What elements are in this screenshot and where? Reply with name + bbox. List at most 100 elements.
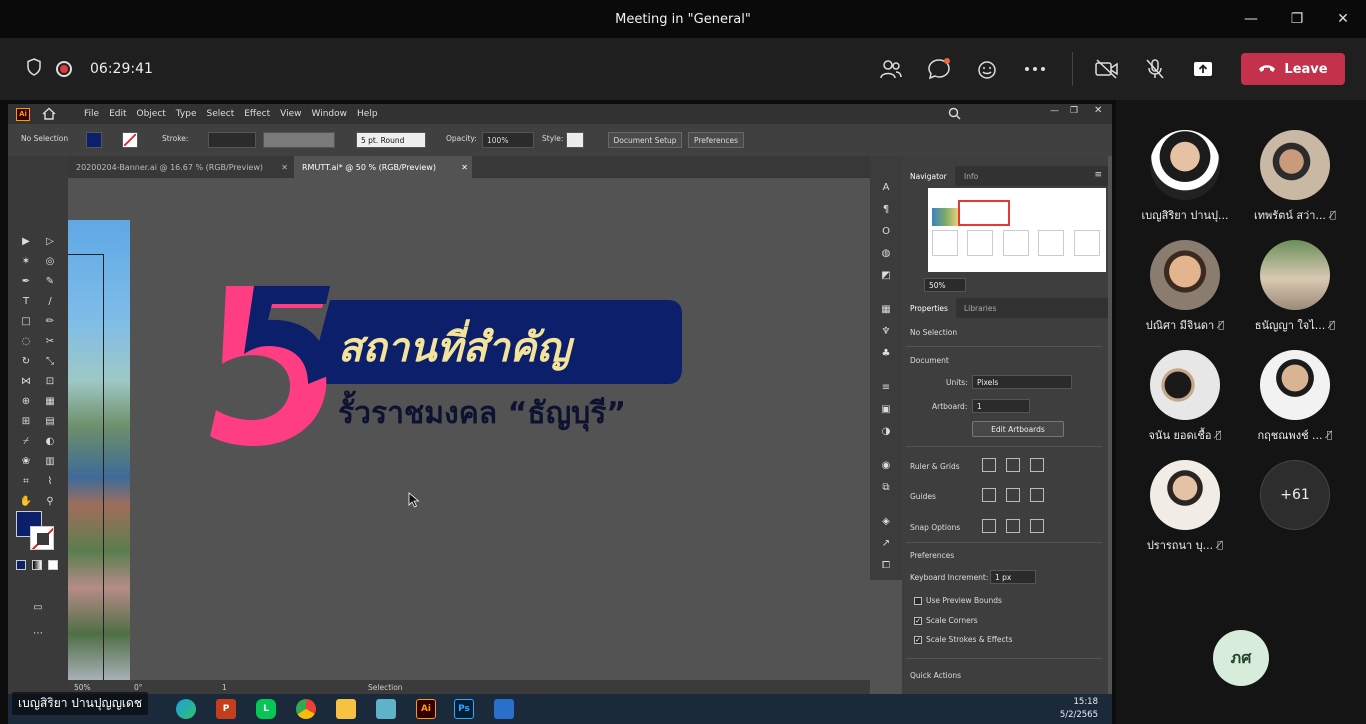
- tab-rmutt[interactable]: RMUTT.ai* @ 50 % (RGB/Preview) ✕: [294, 156, 472, 178]
- tab-close-icon[interactable]: ✕: [281, 163, 288, 172]
- artboard-tool-icon[interactable]: ⌗: [18, 474, 34, 488]
- ruler-icon[interactable]: [982, 458, 996, 472]
- pen-tool-icon[interactable]: ✒: [18, 274, 34, 288]
- artboard-canvas[interactable]: 5 สถานที่สำคัญ รั้วราชมงคล “ธัญบุรี”: [68, 178, 870, 680]
- symbols-icon[interactable]: ♣: [878, 346, 894, 360]
- tab-properties[interactable]: Properties: [902, 298, 956, 318]
- stroke-color-box[interactable]: [30, 526, 54, 550]
- units-select[interactable]: Pixels: [972, 375, 1072, 389]
- scale-corners-checkbox[interactable]: ✓: [914, 617, 922, 625]
- share-screen-icon[interactable]: [1190, 56, 1216, 82]
- direct-selection-tool-icon[interactable]: ▷: [42, 234, 58, 248]
- none-mode-icon[interactable]: [48, 560, 58, 570]
- powerpoint-icon[interactable]: P: [216, 699, 236, 719]
- preferences-button[interactable]: Preferences: [688, 132, 744, 148]
- ai-close-button[interactable]: ✕: [1094, 105, 1102, 116]
- participant-tile[interactable]: เบญสิริยา ปานปุ...: [1130, 130, 1240, 224]
- screen-mode-icon[interactable]: ▭: [30, 600, 46, 614]
- ai-restore-button[interactable]: ❐: [1070, 106, 1078, 116]
- more-participants-tile[interactable]: +61: [1240, 460, 1350, 530]
- navigator-preview[interactable]: [928, 188, 1106, 272]
- asset-export-icon[interactable]: ↗: [878, 536, 894, 550]
- search-icon[interactable]: [948, 107, 961, 123]
- artboards-panel-icon[interactable]: ⧠: [878, 558, 894, 572]
- mic-off-icon[interactable]: [1142, 56, 1168, 82]
- character-icon[interactable]: A: [878, 180, 894, 194]
- use-preview-bounds-checkbox[interactable]: [914, 597, 922, 605]
- slice-tool-icon[interactable]: ⌇: [42, 474, 58, 488]
- lasso-icon[interactable]: ◎: [42, 254, 58, 268]
- tab-info[interactable]: Info: [956, 166, 986, 186]
- menu-edit[interactable]: Edit: [109, 109, 126, 119]
- swatches-icon[interactable]: ▦: [878, 302, 894, 316]
- opacity-field[interactable]: 100%: [482, 132, 534, 148]
- paragraph-icon[interactable]: ¶: [878, 202, 894, 216]
- maximize-button[interactable]: ❐: [1274, 0, 1320, 38]
- snap-pixel-icon[interactable]: [1006, 519, 1020, 533]
- artboard-select[interactable]: 1: [972, 399, 1030, 413]
- fill-swatch[interactable]: [86, 132, 102, 148]
- line-icon[interactable]: L: [256, 699, 276, 719]
- tab-banner[interactable]: 20200204-Banner.ai @ 16.67 % (RGB/Previe…: [68, 156, 292, 178]
- line-tool-icon[interactable]: /: [42, 294, 58, 308]
- smart-guides-icon[interactable]: [1030, 488, 1044, 502]
- menu-object[interactable]: Object: [137, 109, 166, 119]
- scale-strokes-checkbox[interactable]: ✓: [914, 636, 922, 644]
- grid-icon[interactable]: [1006, 458, 1020, 472]
- type-tool-icon[interactable]: T: [18, 294, 34, 308]
- chrome-icon[interactable]: [296, 699, 316, 719]
- navigator-zoom-field[interactable]: 50%: [924, 278, 966, 292]
- paintbrush-icon[interactable]: ✏: [42, 314, 58, 328]
- participant-tile[interactable]: ธนัญญา ใจไ... 🎙̸: [1240, 240, 1350, 334]
- status-artboard[interactable]: 1: [222, 683, 227, 692]
- perspective-grid-icon[interactable]: ▦: [42, 394, 58, 408]
- participant-tile[interactable]: กฤชณพงช์ ... 🎙̸: [1240, 350, 1350, 444]
- menu-window[interactable]: Window: [312, 109, 348, 119]
- snap-glyph-icon[interactable]: [1030, 519, 1044, 533]
- hand-tool-icon[interactable]: ✋: [18, 494, 34, 508]
- graph-tool-icon[interactable]: ▥: [42, 454, 58, 468]
- menu-view[interactable]: View: [280, 109, 301, 119]
- close-button[interactable]: ✕: [1320, 0, 1366, 38]
- mesh-tool-icon[interactable]: ⊞: [18, 414, 34, 428]
- shaper-tool-icon[interactable]: ◌: [18, 334, 34, 348]
- status-rotation[interactable]: 0°: [134, 683, 143, 692]
- keyboard-increment-field[interactable]: 1 px: [990, 570, 1036, 584]
- transparency-grid-icon[interactable]: [1030, 458, 1044, 472]
- photos-icon[interactable]: [494, 699, 514, 719]
- stroke-swatch[interactable]: [122, 132, 138, 148]
- guides-icon[interactable]: [982, 488, 996, 502]
- file-explorer-icon[interactable]: [336, 699, 356, 719]
- participant-tile[interactable]: ปรารถนา บุ... 🎙̸: [1130, 460, 1240, 554]
- zoom-tool-icon[interactable]: ⚲: [42, 494, 58, 508]
- stroke-weight-field[interactable]: [208, 132, 256, 148]
- minimize-button[interactable]: —: [1228, 0, 1274, 38]
- style-swatch[interactable]: [566, 132, 584, 148]
- shape-builder-icon[interactable]: ⊕: [18, 394, 34, 408]
- participant-tile[interactable]: เทพรัตน์ สว่า... 🎙̸: [1240, 130, 1350, 224]
- more-tools-icon[interactable]: ⋯: [30, 626, 46, 640]
- width-tool-icon[interactable]: ⋈: [18, 374, 34, 388]
- opentype-icon[interactable]: O: [878, 224, 894, 238]
- scissors-icon[interactable]: ✂: [42, 334, 58, 348]
- menu-help[interactable]: Help: [357, 109, 378, 119]
- camera-off-icon[interactable]: [1094, 56, 1120, 82]
- stroke-panel-icon[interactable]: ≡: [878, 380, 894, 394]
- lock-guides-icon[interactable]: [1006, 488, 1020, 502]
- rotate-tool-icon[interactable]: ↻: [18, 354, 34, 368]
- blend-tool-icon[interactable]: ◐: [42, 434, 58, 448]
- symbol-sprayer-icon[interactable]: ❀: [18, 454, 34, 468]
- menu-select[interactable]: Select: [206, 109, 234, 119]
- participant-tile[interactable]: จนัน ยอดเชื้อ 🎙̸: [1130, 350, 1240, 444]
- chat-icon[interactable]: [926, 56, 952, 82]
- notes-icon[interactable]: [376, 699, 396, 719]
- tab-close-icon[interactable]: ✕: [461, 163, 468, 172]
- gradient-panel-icon[interactable]: ▣: [878, 402, 894, 416]
- edge-icon[interactable]: [176, 699, 196, 719]
- eyedropper-icon[interactable]: ⌿: [18, 434, 34, 448]
- graphic-styles-icon[interactable]: ⧉: [878, 480, 894, 494]
- tab-navigator[interactable]: Navigator: [902, 166, 955, 186]
- gradient-tool-icon[interactable]: ▤: [42, 414, 58, 428]
- leave-button[interactable]: Leave: [1241, 53, 1345, 85]
- tab-libraries[interactable]: Libraries: [956, 298, 1004, 318]
